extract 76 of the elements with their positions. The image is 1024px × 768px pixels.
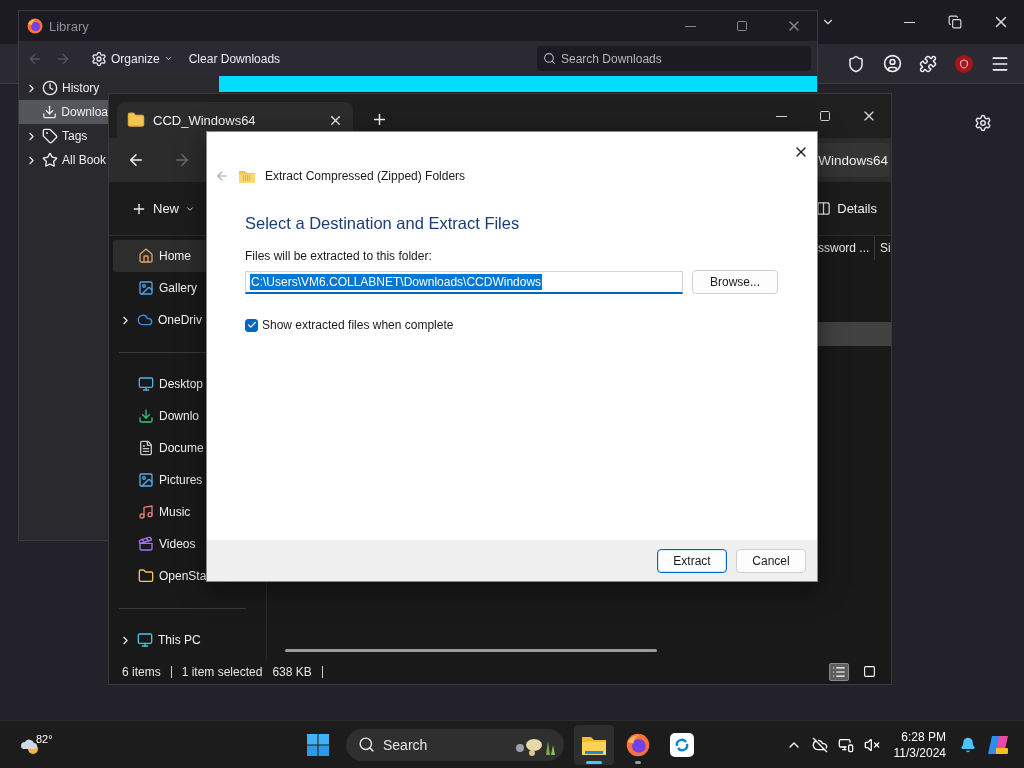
weather-widget[interactable]: 82°	[18, 732, 53, 757]
column-header[interactable]: Si	[875, 236, 891, 260]
item-count: 6 items	[122, 664, 161, 679]
clear-downloads-button[interactable]: Clear Downloads	[182, 47, 287, 70]
notification-icon[interactable]	[960, 736, 976, 753]
minimize-icon	[775, 115, 787, 117]
scrollbar[interactable]	[285, 649, 657, 652]
tiles-icon	[862, 665, 876, 678]
cancel-button[interactable]: Cancel	[736, 548, 806, 573]
cloud-icon	[137, 312, 153, 328]
zip-folder-icon	[238, 168, 256, 184]
firefox-icon	[626, 732, 650, 757]
folder-icon	[127, 111, 145, 129]
search-icon	[358, 736, 375, 753]
settings-icon[interactable]	[974, 114, 992, 132]
checkbox-label: Show extracted files when complete	[262, 318, 454, 332]
shield-badge-icon	[955, 54, 973, 73]
search-icon	[543, 52, 556, 65]
image-icon	[138, 280, 154, 296]
path-field[interactable]: C:\Users\VM6.COLLABNET\Downloads\CCDWindows	[245, 270, 683, 294]
checkbox[interactable]	[245, 318, 258, 332]
video-icon	[138, 536, 154, 552]
selection-status: 1 item selected	[181, 664, 263, 679]
organize-button[interactable]: Organize	[85, 46, 179, 71]
gear-icon	[91, 50, 107, 67]
file-explorer-button[interactable]	[574, 724, 614, 765]
forward-icon[interactable]	[173, 151, 191, 169]
new-button[interactable]: New	[127, 196, 199, 221]
search-box[interactable]: Search	[346, 728, 564, 761]
dialog-title: Extract Compressed (Zipped) Folders	[265, 169, 466, 183]
shield-icon	[847, 54, 865, 73]
new-tab-icon[interactable]	[371, 111, 388, 128]
user-icon	[882, 54, 902, 73]
network-icon[interactable]	[837, 736, 854, 753]
dialog-heading: Select a Destination and Extract Files	[245, 214, 521, 233]
clock[interactable]: 6:28 PM 11/3/2024	[893, 728, 946, 761]
music-icon	[138, 504, 154, 520]
sidebar-item[interactable]: This PC	[113, 624, 266, 656]
browse-button[interactable]: Browse...	[692, 270, 778, 294]
minimize-icon	[684, 25, 696, 27]
sync-icon	[670, 732, 694, 757]
star-icon	[42, 152, 58, 168]
home-icon	[138, 248, 154, 264]
monitor-icon	[137, 632, 153, 648]
puzzle-icon	[919, 54, 937, 73]
image-icon	[138, 472, 154, 488]
window-title: Library	[49, 18, 90, 34]
extract-button[interactable]: Extract	[657, 548, 727, 573]
selection-size: 638 KB	[272, 664, 312, 679]
cloud-off-icon[interactable]	[811, 736, 828, 753]
search-field[interactable]: Search Downloads	[537, 46, 811, 71]
folder-icon	[138, 568, 154, 584]
check-icon	[246, 320, 257, 330]
document-icon	[138, 440, 154, 456]
monitor-icon	[138, 376, 154, 392]
folder-tab[interactable]: CCD_Windows64	[117, 102, 353, 138]
details-view-button[interactable]	[829, 662, 849, 681]
sidebar-item[interactable]: Downloa	[19, 100, 108, 124]
details-pane-icon	[816, 201, 832, 216]
download-icon	[42, 104, 58, 120]
sidebar-item[interactable]: History	[19, 76, 108, 100]
minimize-icon	[903, 21, 915, 23]
maximize-icon	[819, 110, 831, 122]
restore-icon	[948, 15, 962, 29]
caret-icon	[163, 54, 173, 63]
volume-muted-icon[interactable]	[863, 736, 880, 753]
tag-icon	[42, 128, 58, 144]
firefox-icon	[27, 18, 43, 34]
list-icon	[832, 664, 846, 679]
sidebar-item[interactable]: Tags	[19, 124, 108, 148]
clock-icon	[42, 80, 58, 96]
maximize-icon	[736, 20, 748, 32]
back-icon[interactable]	[127, 151, 145, 169]
download-icon	[138, 408, 154, 424]
windows-logo-icon	[307, 733, 329, 756]
sidebar-item[interactable]: All Book	[19, 148, 108, 172]
